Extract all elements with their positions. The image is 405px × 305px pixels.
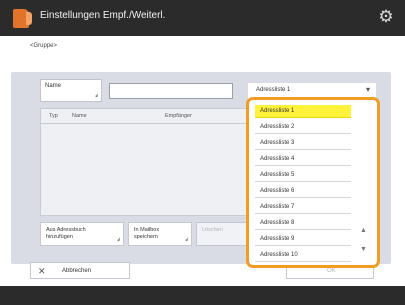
title-bar: Einstellungen Empf./Weiterl. ⚙ [0,0,405,36]
save-in-mailbox-button[interactable]: In Mailbox speichern ↲ [128,222,192,246]
dropdown-item[interactable]: Adressliste 7 [255,201,351,214]
name-input[interactable] [109,83,233,99]
dropdown-item[interactable]: Adressliste 2 [255,121,351,134]
addresslist-dropdown: Adressliste 1 Adressliste 2 Adressliste … [246,97,380,268]
add-from-addressbook-label: Aus Adressbuch hinzufügen [46,227,86,240]
corner-mark-icon: ↲ [116,236,121,243]
corner-mark-icon: ↲ [184,236,189,243]
column-recipient: Empfänger [165,113,192,119]
scroll-down-icon[interactable]: ▼ [360,246,367,253]
cancel-label: Abbrechen [62,268,92,274]
page-title: Einstellungen Empf./Weiterl. [40,10,166,21]
dropdown-item[interactable]: Adressliste 8 [255,217,351,230]
dropdown-item[interactable]: Adressliste 10 [255,249,351,262]
delete-button[interactable]: Löschen [196,222,248,246]
chevron-down-icon: ▾ [365,85,370,94]
breadcrumb: <Gruppe> [30,43,58,49]
dropdown-item[interactable]: Adressliste 3 [255,137,351,150]
dropdown-item[interactable]: Adressliste 5 [255,169,351,182]
delete-label: Löschen [202,227,223,233]
corner-mark-icon: ↲ [94,93,99,99]
dropdown-item[interactable]: Adressliste 9 [255,233,351,246]
dropdown-item[interactable]: Adressliste 4 [255,153,351,166]
table-header: Typ Name Empfänger [41,109,247,124]
addresslist-select-value: Adressliste 1 [256,87,291,93]
footer-bar [0,286,405,305]
recipient-table: Typ Name Empfänger [40,108,248,216]
dropdown-item[interactable]: Adressliste 6 [255,185,351,198]
column-name: Name [72,113,87,119]
cancel-button[interactable]: ✕ Abbrechen [30,262,130,279]
name-button-label: Name [45,83,62,89]
dropdown-item[interactable]: Adressliste 1 [255,105,351,118]
column-type: Typ [49,113,58,119]
ok-label: OK [327,268,336,274]
dropdown-scrollbar[interactable]: ▲ ▼ [355,100,373,265]
app-icon [13,9,32,28]
close-icon: ✕ [38,266,46,276]
scroll-up-icon[interactable]: ▲ [360,227,367,234]
name-button[interactable]: Name ↲ [40,79,102,102]
gear-icon[interactable]: ⚙ [377,8,395,26]
save-in-mailbox-label: In Mailbox speichern [134,227,160,240]
add-from-addressbook-button[interactable]: Aus Adressbuch hinzufügen ↲ [40,222,124,246]
